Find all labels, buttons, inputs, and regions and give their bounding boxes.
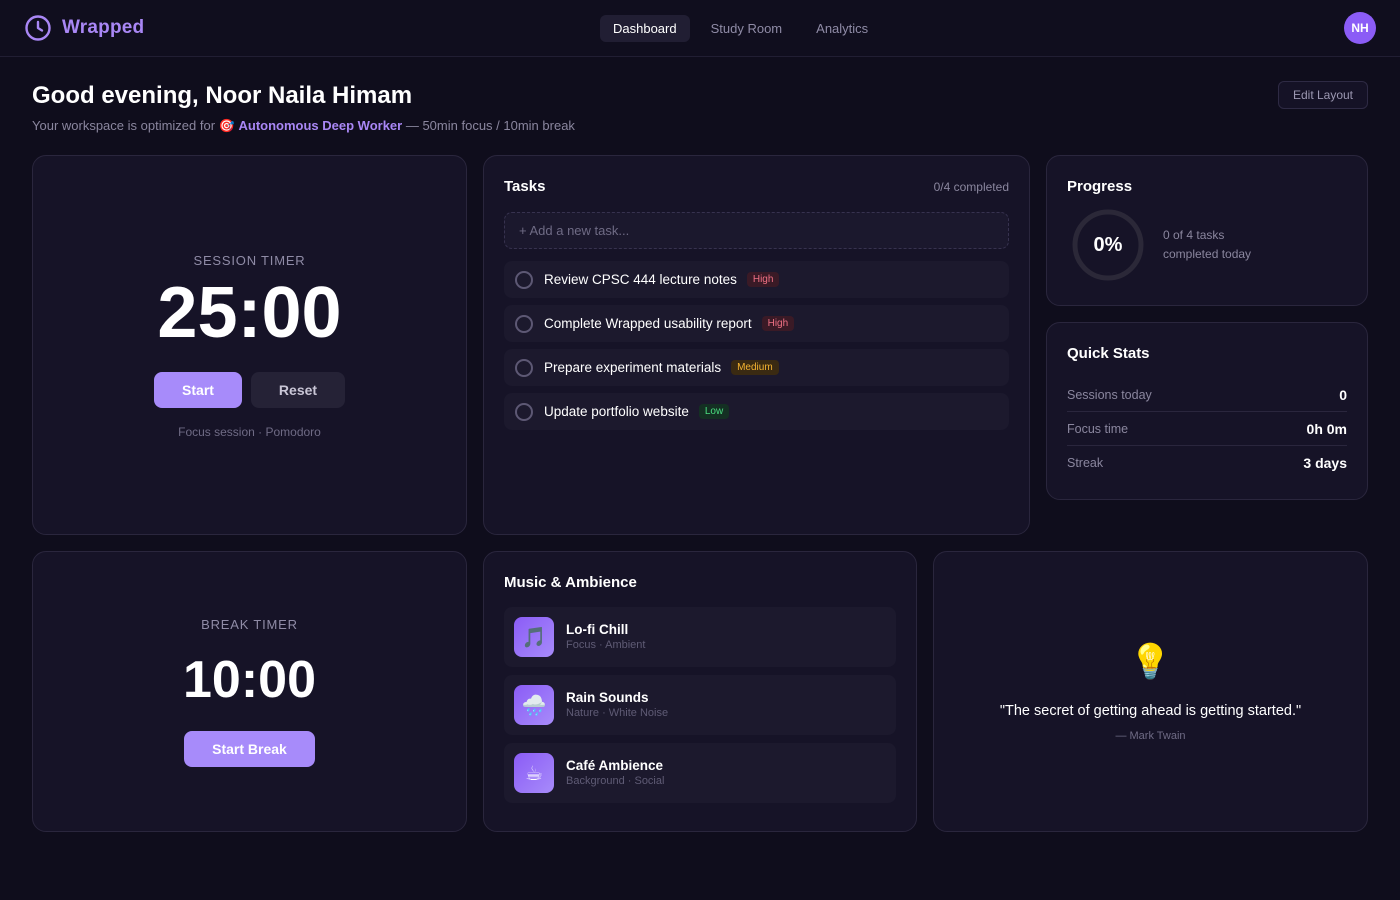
task-checkbox[interactable]	[515, 358, 533, 377]
target-icon: 🎯	[218, 118, 235, 133]
start-break-button[interactable]: Start Break	[184, 731, 315, 767]
progress-line-2: completed today	[1163, 247, 1252, 261]
tab-dashboard[interactable]: Dashboard	[600, 15, 690, 42]
tab-analytics[interactable]: Analytics	[803, 15, 881, 42]
progress-title: Progress	[1067, 178, 1133, 195]
coffee-icon: ☕	[514, 753, 554, 793]
track-rain-sounds[interactable]: 🌧️ Rain Sounds Nature · White Noise	[504, 675, 896, 735]
priority-badge: Medium	[731, 360, 779, 375]
task-text: Update portfolio website	[544, 404, 689, 419]
user-avatar[interactable]: NH	[1344, 12, 1376, 44]
track-cafe-ambience[interactable]: ☕ Café Ambience Background · Social	[504, 743, 896, 803]
stat-label: Sessions today	[1067, 387, 1152, 402]
edit-layout-button[interactable]: Edit Layout	[1278, 81, 1368, 109]
tasks-completed-count: 0/4 completed	[933, 180, 1009, 194]
progress-line-1: 0 of 4 tasks	[1163, 228, 1225, 242]
persona-name: Autonomous Deep Worker	[238, 118, 403, 133]
quick-stats-title: Quick Stats	[1067, 345, 1150, 362]
stat-row-sessions: Sessions today 0	[1067, 378, 1347, 412]
task-text: Review CPSC 444 lecture notes	[544, 272, 737, 287]
task-item[interactable]: Prepare experiment materials Medium	[504, 349, 1009, 386]
stat-value: 3 days	[1303, 455, 1347, 471]
task-text: Prepare experiment materials	[544, 360, 722, 375]
page-title: Good evening, Noor Naila Himam	[32, 82, 413, 109]
subtitle-prefix: Your workspace is optimized for	[32, 118, 216, 133]
music-title: Music & Ambience	[504, 574, 637, 591]
tasks-card: Tasks 0/4 completed Review CPSC 444 lect…	[483, 155, 1030, 535]
track-lofi-chill[interactable]: 🎵 Lo-fi Chill Focus · Ambient	[504, 607, 896, 667]
track-name: Rain Sounds	[566, 690, 649, 705]
task-list: Review CPSC 444 lecture notes High Compl…	[504, 261, 1009, 437]
priority-badge: Low	[698, 404, 730, 419]
task-item[interactable]: Review CPSC 444 lecture notes High	[504, 261, 1009, 298]
task-checkbox[interactable]	[515, 314, 533, 333]
stat-value: 0h 0m	[1306, 420, 1347, 437]
add-task-input[interactable]	[504, 212, 1009, 249]
session-timer-label: SESSION TIMER	[193, 253, 306, 268]
track-meta: Background · Social	[566, 775, 665, 787]
break-timer-display: 10:00	[183, 651, 316, 709]
priority-badge: High	[761, 316, 795, 331]
brand[interactable]: Wrapped	[24, 14, 144, 42]
start-button[interactable]: Start	[154, 372, 242, 408]
track-name: Lo-fi Chill	[566, 622, 629, 637]
rain-cloud-icon: 🌧️	[514, 685, 554, 725]
main-nav: Dashboard Study Room Analytics	[600, 15, 881, 42]
subtitle-suffix: — 50min focus / 10min break	[405, 118, 575, 133]
quote-author: — Mark Twain	[1115, 730, 1186, 742]
track-meta: Focus · Ambient	[566, 639, 646, 651]
quick-stats-card: Quick Stats Sessions today 0 Focus time …	[1046, 322, 1368, 500]
progress-percent: 0%	[1093, 233, 1123, 256]
stat-label: Focus time	[1067, 421, 1129, 436]
tab-study-room[interactable]: Study Room	[698, 15, 796, 42]
progress-card: Progress 0% 0 of 4 tasks completed today	[1046, 155, 1368, 306]
top-navigation-bar: Wrapped Dashboard Study Room Analytics N…	[0, 0, 1400, 57]
stat-label: Streak	[1067, 456, 1104, 470]
brand-name: Wrapped	[62, 17, 145, 38]
workspace-subtitle: Your workspace is optimized for 🎯 Autono…	[32, 118, 575, 134]
task-text: Complete Wrapped usability report	[544, 316, 752, 331]
break-timer-label: BREAK TIMER	[201, 617, 298, 632]
priority-badge: High	[746, 272, 780, 287]
stat-value: 0	[1339, 386, 1347, 403]
tasks-title: Tasks	[504, 178, 546, 195]
stat-row-streak: Streak 3 days	[1067, 446, 1347, 480]
track-meta: Nature · White Noise	[566, 707, 669, 719]
task-checkbox[interactable]	[515, 270, 533, 289]
task-checkbox[interactable]	[515, 402, 533, 421]
break-timer-card: BREAK TIMER 10:00 Start Break	[32, 551, 467, 832]
lightbulb-icon: 💡	[1129, 643, 1172, 681]
clock-icon	[25, 15, 51, 41]
task-item[interactable]: Complete Wrapped usability report High	[504, 305, 1009, 342]
session-timer-card: SESSION TIMER 25:00 Start Reset Focus se…	[32, 155, 467, 535]
session-timer-display: 25:00	[157, 273, 342, 353]
stat-row-focus-time: Focus time 0h 0m	[1067, 412, 1347, 446]
track-name: Café Ambience	[566, 758, 664, 773]
music-note-icon: 🎵	[514, 617, 554, 657]
reset-button[interactable]: Reset	[251, 372, 345, 408]
music-card: Music & Ambience 🎵 Lo-fi Chill Focus · A…	[483, 551, 917, 832]
quote-text: "The secret of getting ahead is getting …	[999, 703, 1302, 719]
task-item[interactable]: Update portfolio website Low	[504, 393, 1009, 430]
quote-card: 💡 "The secret of getting ahead is gettin…	[933, 551, 1368, 832]
session-caption: Focus session · Pomodoro	[178, 425, 321, 439]
